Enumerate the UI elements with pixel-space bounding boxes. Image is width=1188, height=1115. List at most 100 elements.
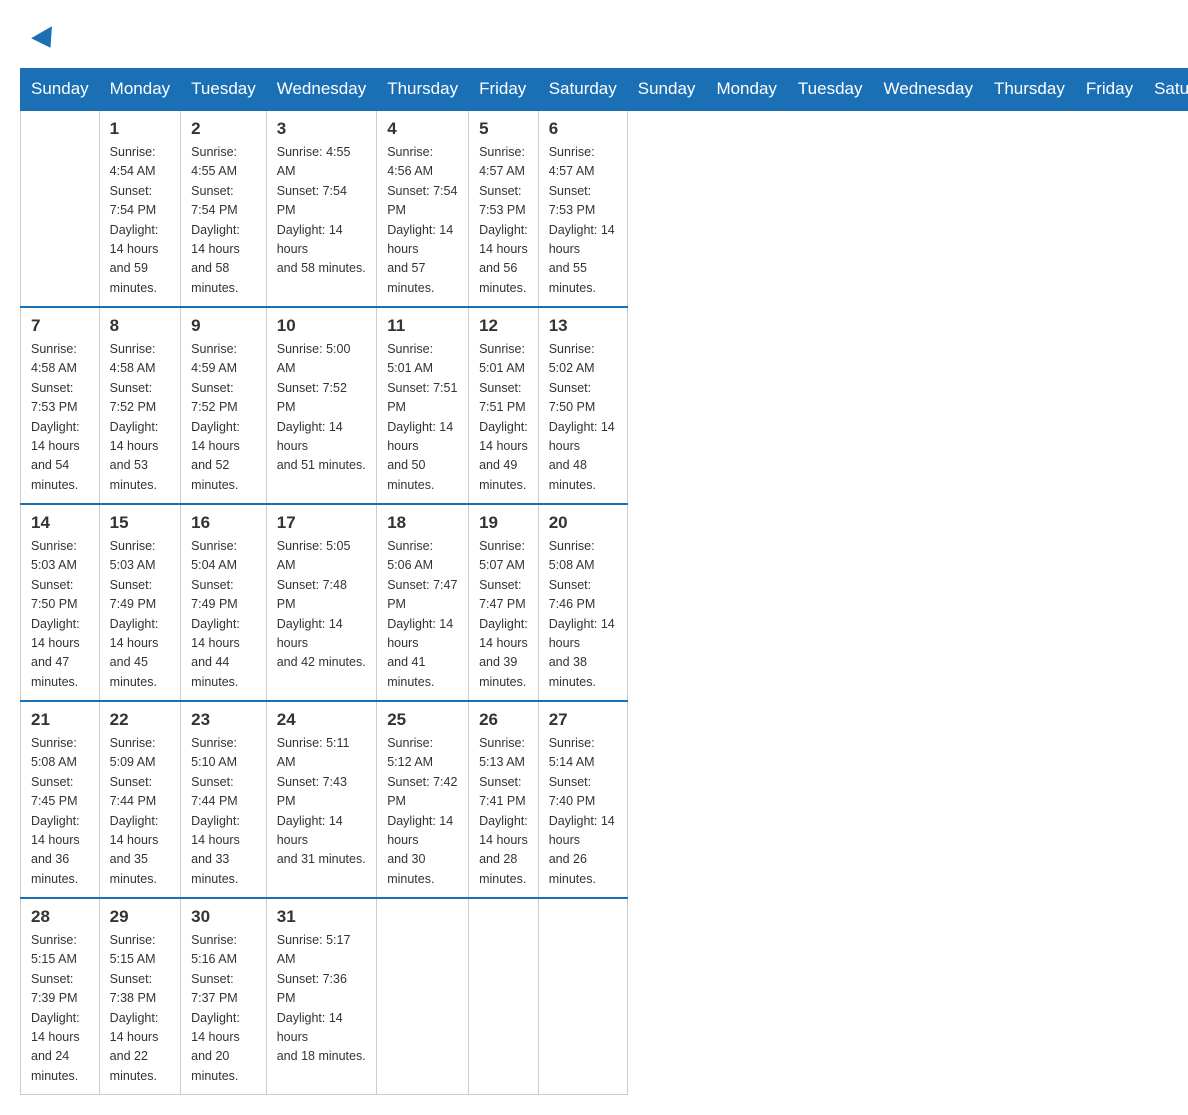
day-number: 26 — [479, 710, 528, 730]
day-number: 14 — [31, 513, 89, 533]
day-info: Sunrise: 5:05 AMSunset: 7:48 PMDaylight:… — [277, 537, 366, 673]
calendar-cell: 6 Sunrise: 4:57 AMSunset: 7:53 PMDaylight… — [538, 110, 627, 307]
column-header-monday: Monday — [99, 69, 180, 111]
day-number: 13 — [549, 316, 617, 336]
calendar-cell: 12 Sunrise: 5:01 AMSunset: 7:51 PMDayligh… — [469, 307, 539, 504]
day-info: Sunrise: 5:14 AMSunset: 7:40 PMDaylight:… — [549, 734, 617, 889]
day-number: 5 — [479, 119, 528, 139]
day-info: Sunrise: 5:02 AMSunset: 7:50 PMDaylight:… — [549, 340, 617, 495]
column-header-friday: Friday — [469, 69, 539, 111]
day-info: Sunrise: 5:15 AMSunset: 7:38 PMDaylight:… — [110, 931, 170, 1086]
calendar-wrapper: SundayMondayTuesdayWednesdayThursdayFrid… — [0, 68, 1188, 1115]
day-info: Sunrise: 5:01 AMSunset: 7:51 PMDaylight:… — [479, 340, 528, 495]
calendar-cell: 7Sunrise: 4:58 AMSunset: 7:53 PMDaylight… — [21, 307, 100, 504]
day-info: Sunrise: 5:04 AMSunset: 7:49 PMDaylight:… — [191, 537, 256, 692]
calendar-cell: 30 Sunrise: 5:16 AMSunset: 7:37 PMDayligh… — [181, 898, 267, 1095]
column-header-tuesday: Tuesday — [787, 69, 873, 111]
column-header-wednesday: Wednesday — [873, 69, 983, 111]
day-number: 23 — [191, 710, 256, 730]
calendar-week-row: 28Sunrise: 5:15 AMSunset: 7:39 PMDayligh… — [21, 898, 1188, 1095]
calendar-cell: 16Sunrise: 5:04 AMSunset: 7:49 PMDayligh… — [181, 504, 267, 701]
calendar-cell: 4 Sunrise: 4:56 AMSunset: 7:54 PMDaylight… — [377, 110, 469, 307]
day-info: Sunrise: 4:58 AMSunset: 7:53 PMDaylight:… — [31, 340, 89, 495]
calendar-cell: 28Sunrise: 5:15 AMSunset: 7:39 PMDayligh… — [21, 898, 100, 1095]
calendar-cell — [469, 898, 539, 1095]
calendar-cell: 9Sunrise: 4:59 AMSunset: 7:52 PMDaylight… — [181, 307, 267, 504]
column-header-sunday: Sunday — [627, 69, 706, 111]
day-info: Sunrise: 5:00 AMSunset: 7:52 PMDaylight:… — [277, 340, 366, 476]
day-info: Sunrise: 5:08 AMSunset: 7:45 PMDaylight:… — [31, 734, 89, 889]
calendar-week-row: 1 Sunrise: 4:54 AMSunset: 7:54 PMDaylight… — [21, 110, 1188, 307]
day-info: Sunrise: 5:16 AMSunset: 7:37 PMDaylight:… — [191, 931, 256, 1086]
day-number: 29 — [110, 907, 170, 927]
calendar-cell: 19Sunrise: 5:07 AMSunset: 7:47 PMDayligh… — [469, 504, 539, 701]
calendar-cell — [21, 110, 100, 307]
day-info: Sunrise: 5:17 AMSunset: 7:36 PMDaylight:… — [277, 931, 366, 1067]
calendar-cell — [538, 898, 627, 1095]
day-number: 11 — [387, 316, 458, 336]
day-number: 21 — [31, 710, 89, 730]
day-number: 8 — [110, 316, 170, 336]
day-number: 24 — [277, 710, 366, 730]
day-info: Sunrise: 5:08 AMSunset: 7:46 PMDaylight:… — [549, 537, 617, 692]
day-number: 12 — [479, 316, 528, 336]
calendar-cell: 1 Sunrise: 4:54 AMSunset: 7:54 PMDaylight… — [99, 110, 180, 307]
day-number: 28 — [31, 907, 89, 927]
day-info: Sunrise: 5:09 AMSunset: 7:44 PMDaylight:… — [110, 734, 170, 889]
calendar-cell: 5 Sunrise: 4:57 AMSunset: 7:53 PMDaylight… — [469, 110, 539, 307]
calendar-cell: 31 Sunrise: 5:17 AMSunset: 7:36 PMDayligh… — [266, 898, 376, 1095]
day-info: Sunrise: 4:55 AMSunset: 7:54 PMDaylight:… — [191, 143, 256, 298]
day-number: 15 — [110, 513, 170, 533]
day-number: 4 — [387, 119, 458, 139]
day-info: Sunrise: 4:55 AMSunset: 7:54 PMDaylight:… — [277, 143, 366, 279]
column-header-wednesday: Wednesday — [266, 69, 376, 111]
calendar-cell: 13 Sunrise: 5:02 AMSunset: 7:50 PMDayligh… — [538, 307, 627, 504]
column-header-thursday: Thursday — [377, 69, 469, 111]
calendar-week-row: 14 Sunrise: 5:03 AMSunset: 7:50 PMDayligh… — [21, 504, 1188, 701]
calendar-cell: 18Sunrise: 5:06 AMSunset: 7:47 PMDayligh… — [377, 504, 469, 701]
calendar-cell: 11Sunrise: 5:01 AMSunset: 7:51 PMDayligh… — [377, 307, 469, 504]
column-header-friday: Friday — [1075, 69, 1143, 111]
calendar-cell: 17 Sunrise: 5:05 AMSunset: 7:48 PMDayligh… — [266, 504, 376, 701]
day-number: 31 — [277, 907, 366, 927]
calendar-cell: 24Sunrise: 5:11 AMSunset: 7:43 PMDayligh… — [266, 701, 376, 898]
day-info: Sunrise: 4:56 AMSunset: 7:54 PMDaylight:… — [387, 143, 458, 298]
day-number: 10 — [277, 316, 366, 336]
calendar-table: SundayMondayTuesdayWednesdayThursdayFrid… — [20, 68, 1188, 1095]
day-number: 25 — [387, 710, 458, 730]
calendar-week-row: 21 Sunrise: 5:08 AMSunset: 7:45 PMDayligh… — [21, 701, 1188, 898]
day-info: Sunrise: 4:54 AMSunset: 7:54 PMDaylight:… — [110, 143, 170, 298]
day-number: 20 — [549, 513, 617, 533]
day-info: Sunrise: 5:03 AMSunset: 7:49 PMDaylight:… — [110, 537, 170, 692]
calendar-header-row: SundayMondayTuesdayWednesdayThursdayFrid… — [21, 69, 1188, 111]
calendar-week-row: 7Sunrise: 4:58 AMSunset: 7:53 PMDaylight… — [21, 307, 1188, 504]
calendar-cell: 10 Sunrise: 5:00 AMSunset: 7:52 PMDayligh… — [266, 307, 376, 504]
calendar-cell: 22 Sunrise: 5:09 AMSunset: 7:44 PMDayligh… — [99, 701, 180, 898]
calendar-cell: 29 Sunrise: 5:15 AMSunset: 7:38 PMDayligh… — [99, 898, 180, 1095]
day-number: 17 — [277, 513, 366, 533]
page-header — [0, 0, 1188, 68]
day-info: Sunrise: 5:10 AMSunset: 7:44 PMDaylight:… — [191, 734, 256, 889]
column-header-monday: Monday — [706, 69, 787, 111]
day-number: 18 — [387, 513, 458, 533]
logo — [32, 24, 60, 56]
day-number: 3 — [277, 119, 366, 139]
day-number: 1 — [110, 119, 170, 139]
day-number: 6 — [549, 119, 617, 139]
calendar-cell: 21 Sunrise: 5:08 AMSunset: 7:45 PMDayligh… — [21, 701, 100, 898]
day-number: 22 — [110, 710, 170, 730]
day-number: 2 — [191, 119, 256, 139]
calendar-cell: 8Sunrise: 4:58 AMSunset: 7:52 PMDaylight… — [99, 307, 180, 504]
day-info: Sunrise: 5:03 AMSunset: 7:50 PMDaylight:… — [31, 537, 89, 692]
day-info: Sunrise: 4:57 AMSunset: 7:53 PMDaylight:… — [479, 143, 528, 298]
calendar-cell: 26Sunrise: 5:13 AMSunset: 7:41 PMDayligh… — [469, 701, 539, 898]
day-number: 30 — [191, 907, 256, 927]
column-header-tuesday: Tuesday — [181, 69, 267, 111]
column-header-thursday: Thursday — [983, 69, 1075, 111]
calendar-cell: 25 Sunrise: 5:12 AMSunset: 7:42 PMDayligh… — [377, 701, 469, 898]
column-header-saturday: Saturday — [538, 69, 627, 111]
day-number: 27 — [549, 710, 617, 730]
day-info: Sunrise: 4:57 AMSunset: 7:53 PMDaylight:… — [549, 143, 617, 298]
calendar-cell: 3 Sunrise: 4:55 AMSunset: 7:54 PMDaylight… — [266, 110, 376, 307]
day-info: Sunrise: 5:12 AMSunset: 7:42 PMDaylight:… — [387, 734, 458, 889]
